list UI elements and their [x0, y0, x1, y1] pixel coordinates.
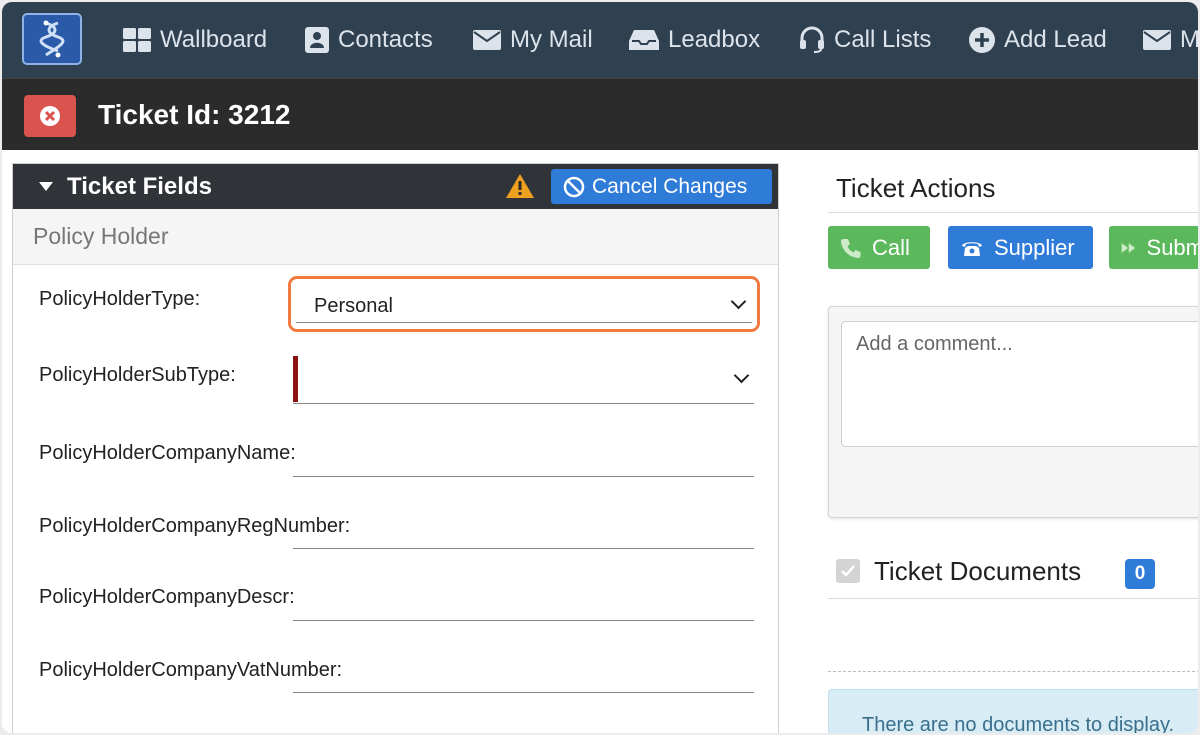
ticket-fields-header[interactable]: Ticket Fields Cancel Changes: [13, 164, 778, 209]
app-window: Wallboard Contacts My Mail Leadbox Call …: [2, 2, 1198, 733]
policy-holder-company-reg-number-input[interactable]: [413, 504, 754, 548]
supplier-button-label: Supplier: [994, 234, 1075, 260]
checkbox-icon[interactable]: [836, 559, 860, 583]
ticket-documents-title: Ticket Documents: [874, 556, 1082, 586]
field-underline: [293, 692, 754, 693]
field-underline: [293, 620, 754, 621]
close-ticket-button[interactable]: [24, 95, 76, 137]
nav-add-lead-label: Add Lead: [1004, 26, 1107, 53]
nav-more-mail[interactable]: M: [1142, 24, 1198, 56]
fast-forward-icon: [1121, 242, 1136, 253]
policy-holder-subtype-label: PolicyHolderSubType:: [39, 364, 236, 386]
call-button-label: Call: [872, 234, 910, 260]
policy-holder-title: Policy Holder: [33, 223, 169, 249]
field-underline: [293, 476, 754, 477]
policy-holder-subtype-select[interactable]: [298, 356, 754, 402]
envelope-icon: [1143, 30, 1171, 50]
policy-holder-company-vat-number-label: PolicyHolderCompanyVatNumber:: [39, 659, 343, 681]
plus-circle-icon: [969, 27, 995, 53]
ticket-fields-title: Ticket Fields: [67, 173, 212, 200]
caret-down-icon: [39, 182, 53, 191]
headset-icon: [800, 26, 824, 53]
policy-holder-company-name-input[interactable]: [293, 432, 754, 476]
nav-wallboard[interactable]: Wallboard: [122, 24, 267, 56]
top-nav: Wallboard Contacts My Mail Leadbox Call …: [2, 2, 1198, 78]
policy-holder-type-field: Personal: [296, 285, 752, 323]
nav-more-mail-label: M: [1180, 26, 1198, 53]
envelope-icon: [473, 30, 501, 50]
nav-leadbox[interactable]: Leadbox: [628, 24, 760, 56]
ban-icon: [563, 176, 585, 197]
ticket-header-bar: Ticket Id: 3212: [2, 78, 1198, 150]
warning-icon: [505, 173, 535, 204]
no-documents-alert: There are no documents to display.: [828, 689, 1198, 733]
field-underline: [293, 403, 754, 404]
nav-my-mail[interactable]: My Mail: [472, 24, 593, 56]
inbox-icon: [629, 30, 659, 50]
field-underline: [293, 548, 754, 549]
submit-button-label: Subm: [1146, 234, 1198, 260]
cancel-changes-label: Cancel Changes: [592, 174, 748, 198]
nav-contacts-label: Contacts: [338, 26, 433, 53]
policy-holder-type-label: PolicyHolderType:: [39, 288, 201, 310]
supplier-button[interactable]: Supplier: [948, 226, 1093, 269]
policy-holder-company-reg-number-label: PolicyHolderCompanyRegNumber:: [39, 515, 351, 537]
close-icon: [40, 106, 60, 126]
comment-placeholder: Add a comment...: [856, 333, 1013, 355]
no-documents-text: There are no documents to display.: [862, 714, 1175, 733]
nav-contacts[interactable]: Contacts: [304, 24, 433, 56]
cancel-changes-button[interactable]: Cancel Changes: [551, 169, 772, 204]
chevron-down-icon: [733, 367, 750, 384]
ticket-fields-panel: Ticket Fields Cancel Changes Policy Hold…: [12, 163, 779, 733]
ticket-title: Ticket Id: 3212: [98, 99, 291, 130]
divider: [828, 598, 1198, 599]
documents-count-badge: 0: [1125, 559, 1155, 589]
nav-wallboard-label: Wallboard: [160, 26, 268, 53]
divider: [828, 212, 1198, 213]
nav-add-lead[interactable]: Add Lead: [968, 24, 1107, 56]
comment-card: Add a comment...: [828, 306, 1198, 518]
phone-icon: [841, 238, 861, 258]
policy-holder-type-value: Personal: [314, 295, 393, 317]
dashed-divider: [828, 671, 1198, 672]
nav-my-mail-label: My Mail: [510, 26, 593, 53]
policy-holder-company-name-label: PolicyHolderCompanyName:: [39, 442, 296, 464]
policy-holder-type-select[interactable]: Personal: [288, 276, 760, 332]
policy-holder-company-vat-number-input[interactable]: [413, 649, 754, 693]
telephone-icon: [962, 241, 982, 256]
comment-textarea[interactable]: Add a comment...: [841, 321, 1198, 447]
nav-leadbox-label: Leadbox: [668, 26, 761, 53]
submit-button[interactable]: Subm: [1109, 226, 1198, 269]
app-logo[interactable]: [22, 13, 82, 65]
nav-call-lists[interactable]: Call Lists: [798, 24, 931, 56]
policy-holder-company-descr-input[interactable]: [353, 576, 754, 620]
nav-call-lists-label: Call Lists: [834, 26, 932, 53]
call-button[interactable]: Call: [828, 226, 930, 269]
contact-card-icon: [305, 27, 329, 53]
policy-holder-section: Policy Holder: [13, 209, 778, 265]
chevron-down-icon: [730, 293, 747, 310]
ticket-actions-title: Ticket Actions: [836, 173, 996, 203]
grid-icon: [123, 28, 151, 52]
policy-holder-company-descr-label: PolicyHolderCompanyDescr:: [39, 586, 295, 608]
